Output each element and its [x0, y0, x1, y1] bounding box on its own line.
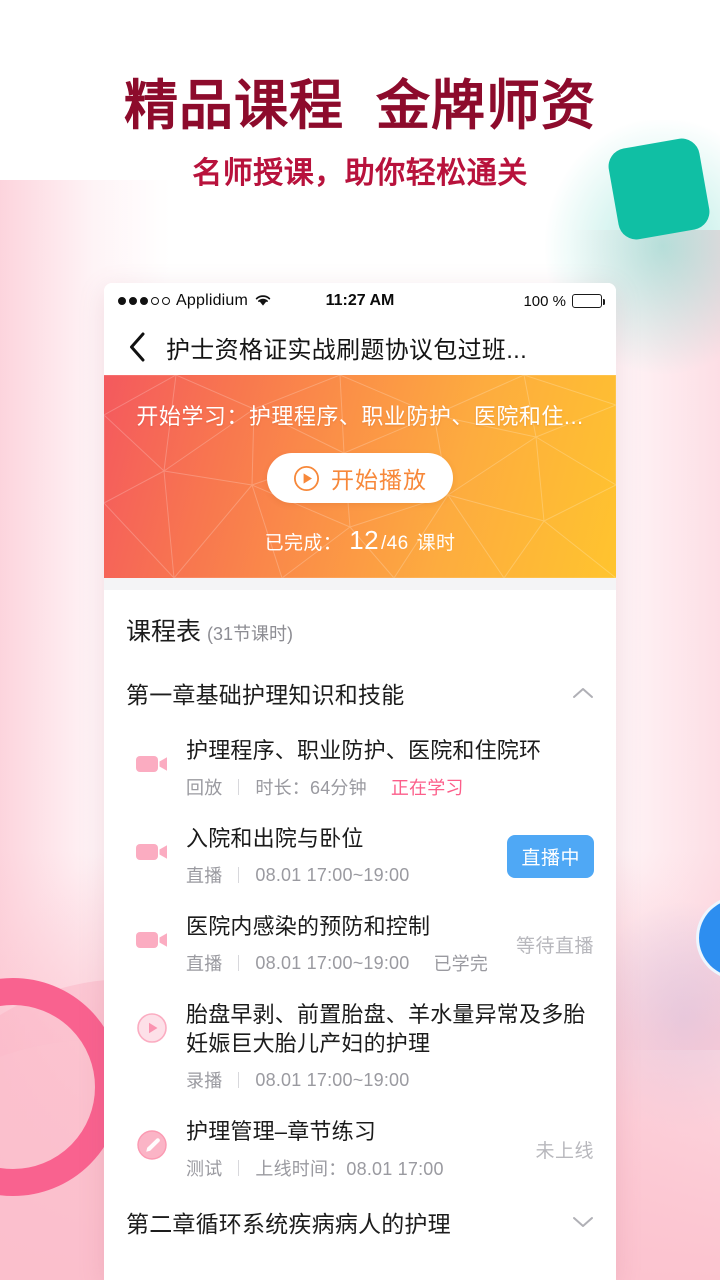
lesson-body: 入院和出院与卧位直播 08.01 17:00~19:00 [186, 824, 481, 888]
wifi-icon [254, 293, 272, 310]
poster-headline: 精品课程 金牌师资 [123, 76, 596, 136]
lesson-row[interactable]: 护理程序、职业防护、医院和住院环回放 时长：64分钟 正在学习 [104, 724, 616, 812]
lesson-body: 医院内感染的预防和控制直播 08.01 17:00~19:00 已学完 [186, 912, 490, 976]
status-bar-right: 100 % [394, 292, 605, 310]
battery-icon [572, 294, 605, 308]
lesson-icon-wrap [134, 924, 170, 960]
section-gap [104, 578, 616, 590]
lesson-title: 护理程序、职业防护、医院和住院环 [186, 738, 542, 763]
lesson-row[interactable]: 入院和出院与卧位直播 08.01 17:00~19:00 直播中 [104, 812, 616, 900]
progress-total: /46 [380, 533, 409, 554]
meta-separator [238, 867, 240, 884]
lesson-body: 护理程序、职业防护、医院和住院环回放 时长：64分钟 正在学习 [186, 736, 594, 800]
lesson-title: 医院内感染的预防和控制 [186, 914, 431, 940]
status-bar: Applidium 11:27 AM 100 % [104, 283, 616, 319]
chapter-row[interactable]: 第一章基础护理知识和技能 [104, 664, 616, 724]
decorative-blue-circle [696, 896, 720, 980]
progress-prefix: 已完成： [264, 533, 343, 554]
lesson-icon-wrap [134, 748, 170, 784]
lesson-detail: 时长：64分钟 [255, 778, 367, 799]
lesson-detail: 08.01 17:00~19:00 [255, 1069, 410, 1090]
lesson-meta: 录播 08.01 17:00~19:00 [186, 1067, 594, 1093]
banner-heading: 开始学习：护理程序、职业防护、医院和住... [136, 404, 584, 429]
poster-headline-block: 精品课程 金牌师资 名师授课，助你轻松通关 [0, 76, 720, 192]
video-camera-icon [135, 840, 169, 869]
lesson-type: 直播 [186, 954, 223, 975]
meta-separator [238, 779, 240, 796]
play-circle-icon [136, 1012, 168, 1049]
page-title: 护士资格证实战刷题协议包过班... [166, 336, 528, 364]
chapter-title: 第二章循环系统疾病病人的护理 [126, 1211, 451, 1238]
course-list-panel: 课程表 (31节课时) 第一章基础护理知识和技能护理程序、职业防护、医院和住院环… [104, 590, 616, 1254]
lesson-status-wrap: 等待直播 [506, 931, 594, 958]
status-bar-time: 11:27 AM [325, 292, 395, 309]
progress-summary: 已完成： 12 /46 课时 [265, 525, 456, 556]
meta-separator [238, 1160, 240, 1177]
carrier-name: Applidium [176, 292, 249, 309]
lesson-icon-wrap [134, 836, 170, 872]
course-list-header: 课程表 (31节课时) [104, 590, 616, 664]
video-camera-icon [135, 752, 169, 781]
lesson-status-wrap: 直播中 [497, 834, 594, 878]
progress-current: 12 [349, 525, 379, 555]
lesson-meta: 直播 08.01 17:00~19:00 [186, 862, 481, 888]
back-button[interactable] [118, 328, 156, 366]
chevron-down-icon [572, 1215, 594, 1229]
lesson-body: 护理管理–章节练习测试 上线时间：08.01 17:00 [186, 1117, 509, 1181]
start-play-label: 开始播放 [331, 467, 427, 493]
poster-page: 精品课程 金牌师资 名师授课，助你轻松通关 Applidium 11:27 AM… [0, 0, 720, 1280]
status-bar-left: Applidium [118, 292, 326, 310]
lesson-title: 胎盘早剥、前置胎盘、羊水量异常及多胎妊娠巨大胎儿产妇的护理 [186, 1002, 586, 1057]
lesson-icon-wrap [134, 1129, 170, 1165]
start-play-button[interactable]: 开始播放 [267, 453, 453, 503]
meta-separator [238, 955, 240, 972]
lesson-detail: 上线时间：08.01 17:00 [255, 1159, 444, 1180]
live-now-badge[interactable]: 直播中 [507, 834, 594, 878]
video-camera-icon [135, 928, 169, 957]
play-circle-icon [293, 465, 320, 492]
lesson-row[interactable]: 胎盘早剥、前置胎盘、羊水量异常及多胎妊娠巨大胎儿产妇的护理录播 08.01 17:… [104, 988, 616, 1105]
lesson-type: 直播 [186, 866, 223, 887]
status-badge: 等待直播 [515, 935, 594, 957]
progress-unit: 课时 [416, 533, 456, 554]
battery-percent-label: 100 % [523, 292, 566, 310]
lesson-meta: 测试 上线时间：08.01 17:00 [186, 1155, 509, 1181]
meta-separator [238, 1072, 240, 1089]
chapter-title: 第一章基础护理知识和技能 [126, 682, 405, 708]
poster-subheadline: 名师授课，助你轻松通关 [192, 157, 528, 191]
nav-bar: 护士资格证实战刷题协议包过班... [104, 319, 616, 375]
lesson-detail: 08.01 17:00~19:00 [255, 864, 410, 885]
course-list-count: (31节课时) [207, 624, 294, 644]
lesson-type: 测试 [186, 1159, 223, 1180]
signal-strength-dots [118, 297, 170, 305]
lesson-row[interactable]: 护理管理–章节练习测试 上线时间：08.01 17:00 未上线 [104, 1105, 616, 1193]
lesson-row[interactable]: 医院内感染的预防和控制直播 08.01 17:00~19:00 已学完 等待直播 [104, 900, 616, 988]
course-banner: 开始学习：护理程序、职业防护、医院和住... 开始播放 已完成： 12 /46 … [104, 375, 616, 578]
chevron-up-icon [572, 686, 594, 700]
lesson-learning-label: 正在学习 [390, 778, 464, 799]
lesson-status-wrap: 未上线 [525, 1136, 594, 1163]
course-list-title: 课程表 [126, 618, 202, 646]
lesson-type: 回放 [186, 778, 223, 799]
lesson-type: 录播 [186, 1071, 223, 1092]
chapter-row[interactable]: 第二章循环系统疾病病人的护理 [104, 1193, 616, 1253]
lesson-completed-label: 已学完 [433, 954, 489, 975]
lesson-icon-wrap [134, 1012, 170, 1048]
lesson-title: 护理管理–章节练习 [186, 1119, 377, 1145]
status-badge: 未上线 [535, 1140, 594, 1162]
lesson-body: 胎盘早剥、前置胎盘、羊水量异常及多胎妊娠巨大胎儿产妇的护理录播 08.01 17:… [186, 1000, 594, 1093]
lesson-meta: 回放 时长：64分钟 正在学习 [186, 774, 594, 800]
lesson-meta: 直播 08.01 17:00~19:00 已学完 [186, 950, 490, 976]
lesson-detail: 08.01 17:00~19:00 [255, 952, 410, 973]
lesson-title: 入院和出院与卧位 [186, 826, 364, 852]
chapters-container: 第一章基础护理知识和技能护理程序、职业防护、医院和住院环回放 时长：64分钟 正在学… [104, 664, 616, 1253]
phone-screen-card: Applidium 11:27 AM 100 % 护士资格证实战刷题协议包过班.… [104, 283, 616, 1280]
chevron-left-icon [128, 332, 146, 362]
pencil-circle-icon [136, 1129, 168, 1166]
